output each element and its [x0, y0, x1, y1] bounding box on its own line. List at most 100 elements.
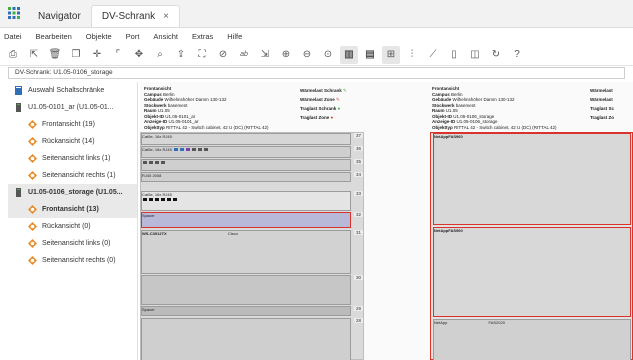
view-icon — [28, 222, 37, 231]
refresh-icon[interactable]: ↻ — [487, 46, 505, 64]
right-rack-legend: Wärmelast Wärmelast Traglast Sc Traglast… — [590, 86, 633, 122]
info-key: Anzeige-ID — [144, 119, 168, 124]
breadcrumb: DV-Schrank: U1.05-0106_storage — [8, 67, 625, 79]
link-icon[interactable]: ⊘ — [214, 46, 232, 64]
grid-icon[interactable]: ⊞ — [382, 45, 400, 64]
device-label: Cat5e, 16x RJ45 — [142, 147, 172, 152]
zoom-out-icon[interactable]: ⊖ — [298, 46, 316, 64]
info-value: U1.05 — [157, 108, 170, 113]
port — [149, 161, 153, 164]
port — [161, 198, 165, 201]
delete-icon[interactable]: 🗑 — [46, 46, 64, 64]
patch-panel[interactable]: Cat5e, 16x RJ45 — [141, 133, 351, 145]
left-rack[interactable]: Cat5e, 16x RJ45 Cat5e, 16x RJ45 RJ45 200… — [140, 132, 364, 360]
move-icon[interactable]: ✛ — [88, 46, 106, 64]
info-value: basement — [167, 102, 188, 108]
export-icon[interactable]: ⇱ — [25, 46, 43, 64]
right-rack-info: Frontansicht Campus Berlin Gebäude Wilhe… — [432, 86, 582, 130]
sidebar-item-seitenansicht-rechts-0[interactable]: Seitenansicht rechts (0) — [8, 252, 137, 269]
server-proliant[interactable] — [141, 318, 351, 360]
menu-port[interactable]: Port — [126, 32, 140, 41]
zoom-fit-icon[interactable]: ⊙ — [319, 46, 337, 64]
pan-icon[interactable]: ✥ — [130, 46, 148, 64]
info-value: U1.05-0101_ar — [168, 119, 199, 124]
rj45-panel[interactable]: RJ45 2008 — [141, 172, 351, 182]
sidebar-item-rueckansicht-0[interactable]: Rückansicht (0) — [8, 218, 137, 235]
switch-ws-c3912tx[interactable]: WS-C3912TX Cisco — [141, 230, 351, 274]
copy-icon[interactable]: ❐ — [67, 46, 85, 64]
info-key: Raum — [144, 108, 157, 113]
menu-bearbeiten[interactable]: Bearbeiten — [36, 32, 72, 41]
text-icon[interactable]: ab — [235, 46, 253, 64]
help-icon[interactable]: ? — [508, 46, 526, 64]
spacer-panel-lower[interactable]: Spacer — [141, 306, 351, 316]
rack-canvas[interactable]: Frontansicht Campus Berlin Gebäude Wilhe… — [140, 82, 633, 360]
connect-icon[interactable]: ⟋ — [424, 46, 442, 64]
switch-lower[interactable] — [141, 275, 351, 305]
sidebar-item-label: Rückansicht (0) — [42, 223, 91, 230]
rack-icon — [16, 188, 21, 197]
legend-item: Traglast Zo — [590, 115, 615, 120]
sidebar-item-label: Frontansicht (13) — [42, 206, 99, 213]
info-value: RITTAL 42 - Switch cabinet, 42 U (DC) (R… — [454, 124, 557, 130]
upload-icon[interactable]: ⇪ — [172, 46, 190, 64]
port — [167, 198, 171, 201]
rack-icon — [16, 103, 21, 112]
patch-panel-cat5e[interactable]: Cat5e, 16x RJ45 — [141, 191, 351, 211]
zoom-in-icon[interactable]: ⊕ — [277, 46, 295, 64]
rear-view-icon[interactable]: ▤ — [361, 46, 379, 64]
sidebar-item-rueckansicht-14[interactable]: Rückansicht (14) — [8, 133, 137, 150]
search-device-icon[interactable]: ⌕ — [151, 46, 169, 64]
sidebar-item-label: Frontansicht (19) — [42, 121, 95, 128]
patch-panel[interactable]: Cat5e, 16x RJ45 — [141, 146, 351, 158]
info-value: U1.05-0106_storage — [456, 119, 498, 124]
clipboard-icon[interactable]: ▯ — [445, 46, 463, 64]
legend-item: Wärmelast — [590, 88, 613, 93]
sidebar-item-label: Auswahl Schaltschränke — [28, 87, 105, 94]
spacer-panel[interactable]: Spacer — [141, 212, 351, 228]
info-key: Campus — [432, 91, 450, 97]
front-view-icon[interactable]: ▥ — [340, 45, 358, 64]
measure-icon[interactable]: ⇲ — [256, 46, 274, 64]
sidebar-item-frontansicht-13[interactable]: Frontansicht (13) — [8, 201, 137, 218]
close-icon[interactable]: × — [163, 11, 169, 22]
menu-ansicht[interactable]: Ansicht — [153, 32, 178, 41]
tab-dv-schrank[interactable]: DV-Schrank × — [90, 5, 181, 27]
info-key: Anzeige-ID — [432, 119, 456, 124]
info-key: Campus — [144, 91, 162, 97]
layers-icon[interactable]: ◫ — [466, 46, 484, 64]
right-rack[interactable]: NetAppFAS960 NetAppFAS960 NetApp FAS2020 — [430, 132, 633, 360]
netapp-shelf-2[interactable]: NetAppFAS960 — [433, 227, 631, 317]
network-icon[interactable]: ⛶ — [193, 46, 211, 64]
menu-objekte[interactable]: Objekte — [86, 32, 112, 41]
view-icon — [28, 154, 37, 163]
info-header: Frontansicht — [432, 86, 460, 91]
sidebar-item-seitenansicht-links-0[interactable]: Seitenansicht links (0) — [8, 235, 137, 252]
title-bar: Navigator DV-Schrank × — [0, 0, 633, 28]
tab-navigator[interactable]: Navigator — [28, 5, 91, 27]
left-rack-info: Frontansicht Campus Berlin Gebäude Wilhe… — [144, 86, 304, 130]
sidebar-item-seitenansicht-rechts-1[interactable]: Seitenansicht rechts (1) — [8, 167, 137, 184]
fiber-panel[interactable] — [141, 159, 351, 171]
port — [191, 148, 196, 151]
sidebar-item-rack-0101[interactable]: U1.05-0101_ar (U1.05-01... — [8, 99, 137, 116]
menu-extras[interactable]: Extras — [192, 32, 213, 41]
align-icon[interactable]: ⫶ — [403, 46, 421, 64]
select-icon[interactable]: ⌜ — [109, 46, 127, 64]
menu-hilfe[interactable]: Hilfe — [227, 32, 242, 41]
device-label: RJ45 2008 — [142, 173, 162, 178]
menu-datei[interactable]: Datei — [4, 32, 22, 41]
sidebar-item-seitenansicht-links-1[interactable]: Seitenansicht links (1) — [8, 150, 137, 167]
sidebar-item-rack-0106[interactable]: U1.05-0106_storage (U1.05... — [8, 184, 137, 201]
netapp-fas2020[interactable]: NetApp FAS2020 — [433, 319, 631, 360]
app-grid-icon[interactable] — [0, 0, 28, 27]
device-label: FAS2020 — [488, 320, 505, 325]
sidebar-item-frontansicht-19[interactable]: Frontansicht (19) — [8, 116, 137, 133]
print-icon[interactable]: ⎙ — [4, 46, 22, 64]
port — [143, 198, 147, 201]
sidebar-item-label: U1.05-0101_ar (U1.05-01... — [28, 104, 114, 111]
sidebar-item-auswahl[interactable]: Auswahl Schaltschränke — [8, 82, 137, 99]
netapp-shelf-1[interactable]: NetAppFAS960 — [433, 133, 631, 225]
sidebar-item-label: Seitenansicht rechts (1) — [42, 172, 116, 179]
legend-item: Wärmelast Zone — [300, 97, 335, 102]
